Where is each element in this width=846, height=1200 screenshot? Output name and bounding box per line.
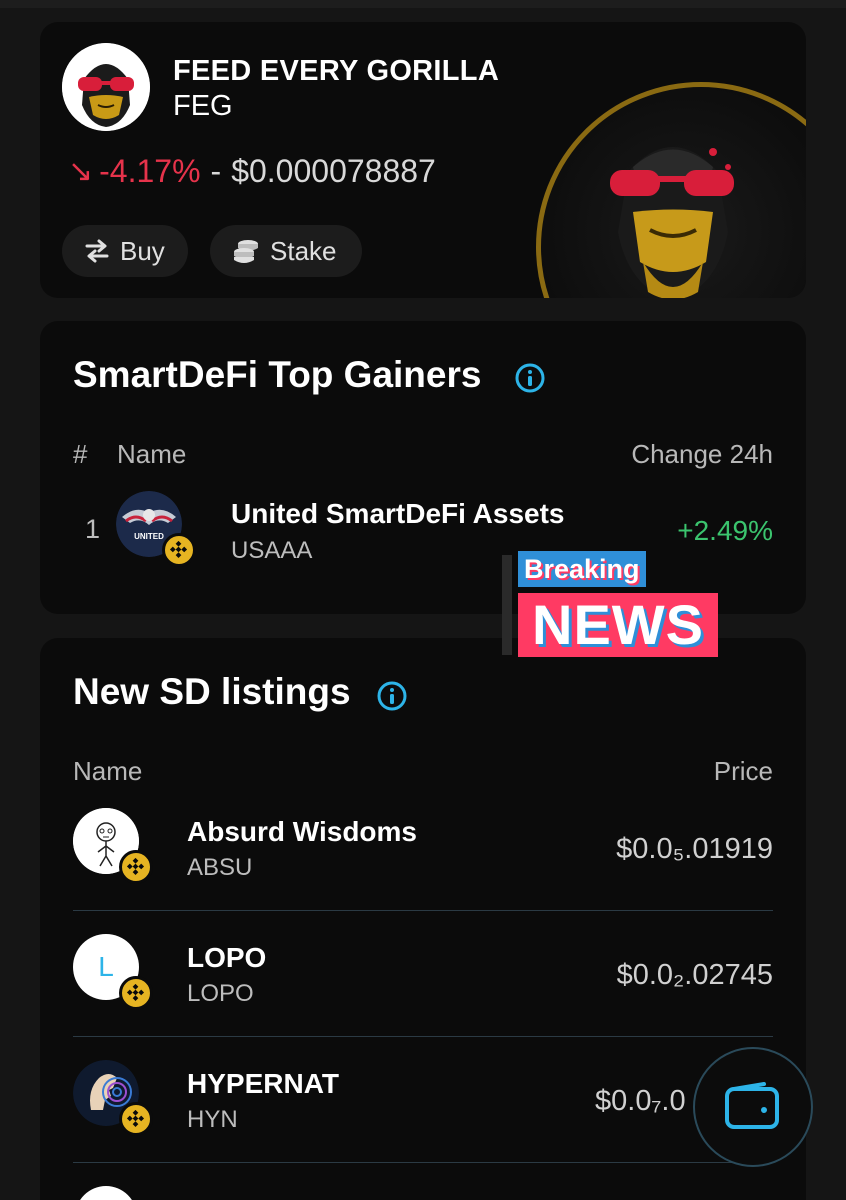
listing-name: HYPERNAT	[187, 1068, 339, 1099]
bnb-chain-badge-icon	[162, 533, 196, 567]
news-label: NEWS	[518, 593, 718, 657]
wallet-icon	[725, 1082, 779, 1129]
swap-arrows-icon	[84, 239, 110, 263]
gainer-rank: 1	[85, 514, 101, 544]
top-strip	[0, 0, 846, 8]
token-name: FEED EVERY GORILLA	[173, 55, 500, 87]
row-divider	[73, 1036, 773, 1037]
listing-name: LOPO	[187, 942, 267, 973]
gainer-name: United SmartDeFi Assets	[231, 498, 565, 529]
gainer-change: +2.49%	[677, 515, 773, 546]
row-divider	[73, 910, 773, 911]
gorilla-logo-icon	[62, 43, 150, 131]
new-listings-title: New SD listings	[73, 671, 351, 712]
news-overlay-edge	[502, 555, 512, 655]
price-separator: -	[210, 153, 222, 189]
listing-ticker: LOPO	[187, 980, 254, 1007]
token-price: $0.000078887	[231, 153, 436, 189]
name-column-header[interactable]: Name	[73, 756, 142, 787]
gorilla-illustration-icon	[610, 147, 734, 298]
rank-column-header: #	[73, 439, 88, 469]
bnb-chain-badge-icon	[119, 850, 153, 884]
info-icon[interactable]	[515, 363, 545, 393]
token-ticker: FEG	[173, 90, 233, 122]
buy-button[interactable]: Buy	[62, 225, 188, 277]
featured-token-card[interactable]: FEED EVERY GORILLA FEG ↘ -4.17% - $0.000…	[40, 22, 806, 298]
svg-text:UNITED: UNITED	[134, 532, 164, 541]
price-column-header[interactable]: Price	[714, 756, 773, 787]
price-row: ↘ -4.17% - $0.000078887	[68, 153, 436, 190]
bnb-chain-badge-icon	[119, 1102, 153, 1136]
stake-button-label: Stake	[270, 235, 337, 266]
info-icon[interactable]	[377, 681, 407, 711]
down-trend-arrow-icon: ↘	[68, 155, 94, 188]
listing-ticker: HYN	[187, 1106, 238, 1133]
gainer-ticker: USAAA	[231, 537, 313, 564]
change-column-header[interactable]: Change 24h	[631, 439, 773, 470]
row-divider	[73, 1162, 773, 1163]
feg-logo-avatar	[62, 43, 150, 131]
top-gainers-title: SmartDeFi Top Gainers	[73, 354, 482, 395]
listing-name: Absurd Wisdoms	[187, 816, 417, 847]
price-change-percent: -4.17%	[99, 153, 201, 189]
listing-price: $0.0₂.02745	[616, 959, 773, 991]
coin-stack-icon	[232, 238, 260, 264]
breaking-label: Breaking	[518, 551, 646, 587]
lopo-avatar-letter: L	[98, 951, 114, 982]
bnb-chain-badge-icon	[119, 976, 153, 1010]
name-column-header[interactable]: Name	[117, 439, 186, 470]
buy-button-label: Buy	[120, 235, 165, 266]
breaking-news-overlay: Breaking NEWS	[502, 547, 722, 659]
new-listings-card: New SD listings Name Price Absurd Wisdom…	[40, 638, 806, 1200]
stake-button[interactable]: Stake	[210, 225, 362, 277]
listing-ticker: ABSU	[187, 854, 253, 881]
wallet-button[interactable]	[693, 1047, 813, 1167]
listing-price: $0.0₅.01919	[616, 833, 773, 865]
